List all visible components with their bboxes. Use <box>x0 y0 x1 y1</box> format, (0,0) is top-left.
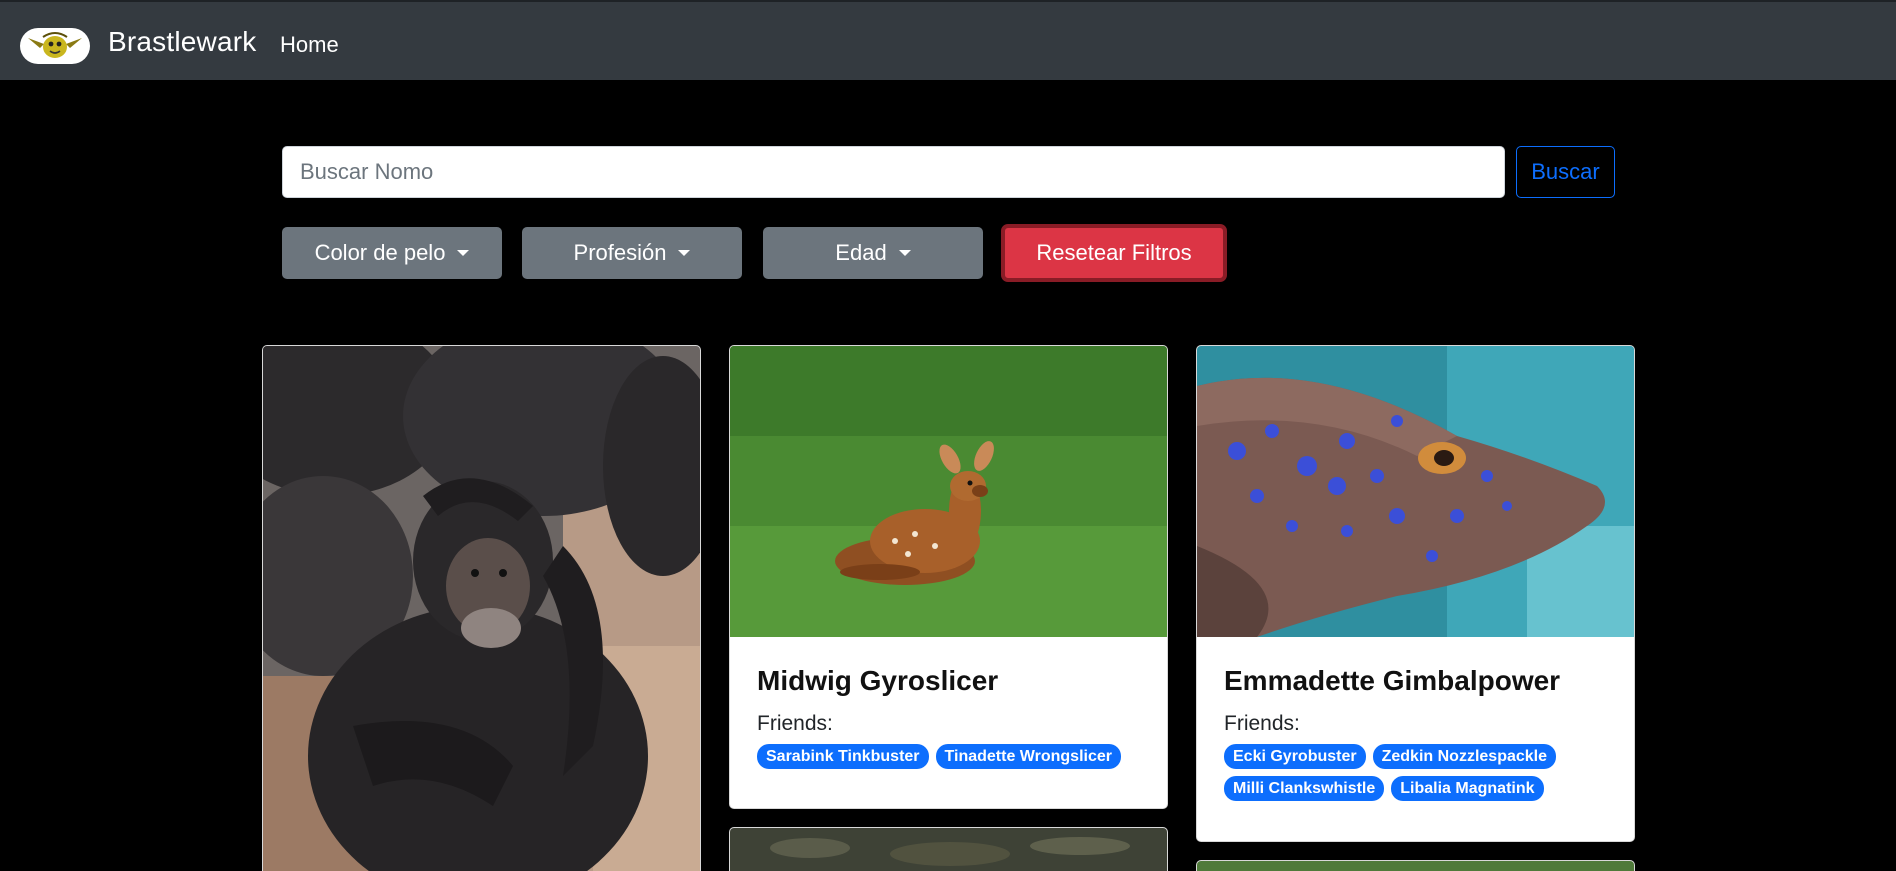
chevron-down-icon <box>898 250 911 256</box>
top-navbar: Brastlewark Home <box>0 0 1896 80</box>
friend-badge[interactable]: Zedkin Nozzlespackle <box>1372 744 1556 769</box>
gnome-card[interactable] <box>729 827 1168 871</box>
age-dropdown-label: Edad <box>835 240 887 265</box>
friend-badge[interactable]: Ecki Gyrobuster <box>1224 744 1366 769</box>
gnome-card[interactable] <box>1196 860 1635 871</box>
gnome-name: Midwig Gyroslicer <box>757 665 999 696</box>
friends-list: Ecki Gyrobuster Zedkin Nozzlespackle Mil… <box>1224 744 1607 801</box>
gnome-card[interactable]: Emmadette Gimbalpower Friends: Ecki Gyro… <box>1196 345 1635 842</box>
card-body: Midwig Gyroslicer Friends: Sarabink Tink… <box>730 664 1167 769</box>
card-body: Emmadette Gimbalpower Friends: Ecki Gyro… <box>1197 664 1634 801</box>
gnome-card[interactable] <box>262 345 701 871</box>
hair-color-dropdown-label: Color de pelo <box>314 240 446 265</box>
chevron-down-icon <box>678 250 691 256</box>
search-button[interactable]: Buscar <box>1516 146 1615 198</box>
friend-badge[interactable]: Tinadette Wrongslicer <box>935 744 1121 769</box>
profession-dropdown-label: Profesión <box>573 240 667 265</box>
gnome-logo-icon[interactable] <box>20 28 90 64</box>
card-photo <box>730 828 1167 871</box>
gnome-card[interactable]: Midwig Gyroslicer Friends: Sarabink Tink… <box>729 345 1168 809</box>
age-dropdown[interactable]: Edad <box>763 227 983 279</box>
friends-label: Friends: <box>1224 712 1300 735</box>
card-photo <box>1197 861 1634 871</box>
chevron-down-icon <box>457 250 470 256</box>
nav-link-home[interactable]: Home <box>280 32 339 58</box>
fawn-photo <box>730 346 1167 637</box>
friends-list: Sarabink Tinkbuster Tinadette Wrongslice… <box>757 744 1140 769</box>
friends-label: Friends: <box>757 712 833 735</box>
friend-badge[interactable]: Milli Clankswhistle <box>1224 776 1385 801</box>
hair-color-dropdown[interactable]: Color de pelo <box>282 227 502 279</box>
chimpanzee-photo <box>263 346 700 871</box>
stingray-photo <box>1197 346 1634 637</box>
profession-dropdown[interactable]: Profesión <box>522 227 742 279</box>
reset-filters-button[interactable]: Resetear Filtros <box>1001 224 1227 282</box>
search-input[interactable] <box>282 146 1505 198</box>
friend-badge[interactable]: Sarabink Tinkbuster <box>757 744 929 769</box>
friend-badge[interactable]: Libalia Magnatink <box>1391 776 1544 801</box>
brand-name[interactable]: Brastlewark <box>108 26 256 58</box>
gnome-name: Emmadette Gimbalpower <box>1224 665 1561 696</box>
